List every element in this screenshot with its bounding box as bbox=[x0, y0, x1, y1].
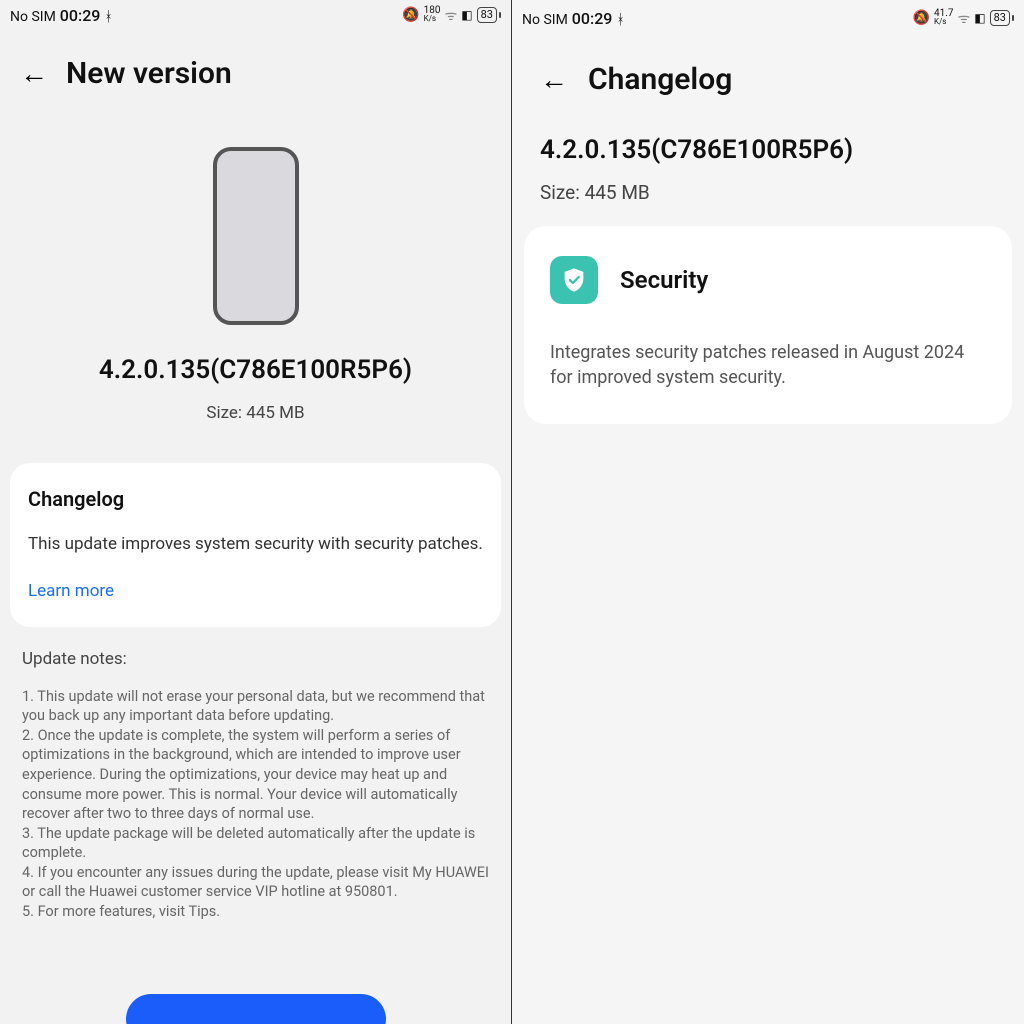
learn-more-link[interactable]: Learn more bbox=[28, 581, 114, 601]
data-speed: 180 K/s bbox=[424, 7, 441, 23]
update-size: Size: 445 MB bbox=[512, 165, 1024, 204]
wifi-icon: ᯤ bbox=[444, 6, 457, 25]
update-notes-heading: Update notes: bbox=[22, 649, 489, 669]
shield-icon bbox=[550, 256, 598, 304]
storage-icon: ◧ bbox=[461, 8, 472, 22]
bluetooth-icon: ᚼ bbox=[616, 12, 624, 28]
status-bar: No SIM 00:29 ᚼ 🔕 41.7 K/s ᯤ ◧ 83 bbox=[512, 0, 1024, 28]
version-number: 4.2.0.135(C786E100R5P6) bbox=[0, 355, 511, 385]
page-title: New version bbox=[66, 56, 232, 91]
bluetooth-icon: ᚼ bbox=[104, 9, 112, 25]
storage-icon: ◧ bbox=[974, 11, 985, 25]
phone-icon bbox=[213, 147, 299, 325]
battery-indicator: 83 bbox=[477, 7, 501, 23]
changelog-screen: No SIM 00:29 ᚼ 🔕 41.7 K/s ᯤ ◧ 83 ← Chang… bbox=[512, 0, 1024, 1024]
status-time: 00:29 bbox=[60, 6, 101, 25]
title-bar: ← Changelog bbox=[512, 28, 1024, 107]
mute-icon: 🔕 bbox=[913, 10, 930, 26]
battery-indicator: 83 bbox=[990, 10, 1014, 26]
status-no-sim: No SIM bbox=[10, 9, 56, 25]
security-card: Security Integrates security patches rel… bbox=[524, 226, 1012, 424]
changelog-description: This update improves system security wit… bbox=[28, 533, 483, 557]
update-notes-body: 1. This update will not erase your perso… bbox=[22, 687, 489, 922]
update-notes: Update notes: 1. This update will not er… bbox=[0, 627, 511, 922]
status-bar: No SIM 00:29 ᚼ 🔕 180 K/s ᯤ ◧ 83 bbox=[0, 0, 511, 28]
version-number: 4.2.0.135(C786E100R5P6) bbox=[512, 107, 1024, 165]
page-title: Changelog bbox=[588, 62, 732, 97]
back-arrow-icon[interactable]: ← bbox=[20, 60, 48, 88]
changelog-heading: Changelog bbox=[28, 487, 483, 511]
data-speed: 41.7 K/s bbox=[934, 10, 954, 26]
status-no-sim: No SIM bbox=[522, 12, 568, 28]
download-install-button[interactable] bbox=[126, 994, 386, 1024]
wifi-icon: ᯤ bbox=[957, 9, 970, 28]
back-arrow-icon[interactable]: ← bbox=[540, 66, 568, 94]
update-size: Size: 445 MB bbox=[0, 403, 511, 423]
device-illustration bbox=[0, 99, 511, 355]
mute-icon: 🔕 bbox=[402, 7, 419, 23]
changelog-card: Changelog This update improves system se… bbox=[10, 463, 501, 627]
status-time: 00:29 bbox=[572, 9, 613, 28]
security-description: Integrates security patches released in … bbox=[550, 340, 986, 390]
security-title: Security bbox=[620, 266, 708, 294]
new-version-screen: No SIM 00:29 ᚼ 🔕 180 K/s ᯤ ◧ 83 ← New ve… bbox=[0, 0, 512, 1024]
title-bar: ← New version bbox=[0, 28, 511, 99]
